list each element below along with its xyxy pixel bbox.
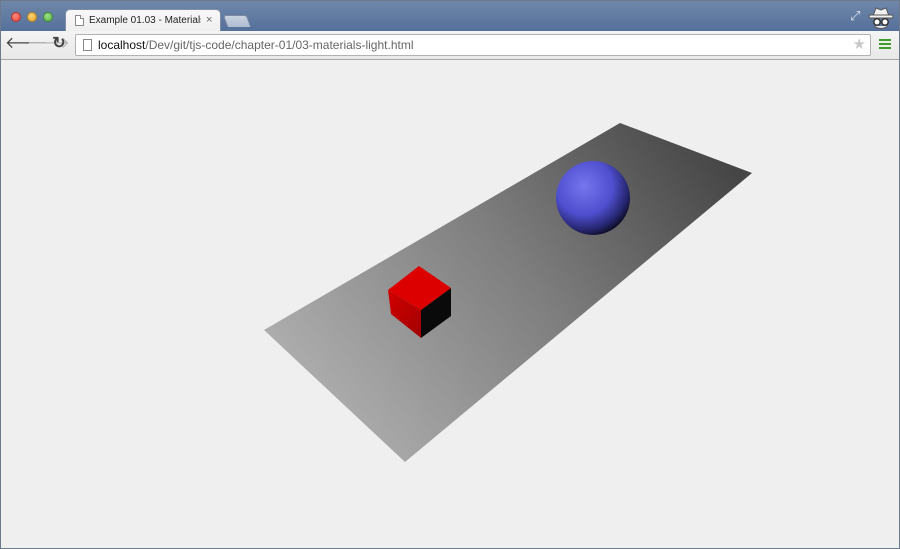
page-favicon-icon — [75, 15, 84, 26]
sphere — [556, 161, 630, 235]
url-host: localhost — [98, 38, 146, 52]
webgl-canvas[interactable] — [1, 60, 899, 548]
fullscreen-icon[interactable]: ⤢ — [850, 9, 864, 23]
window-maximize-button[interactable] — [43, 12, 53, 22]
url-text[interactable]: localhost/Dev/git/tjs-code/chapter-01/03… — [98, 38, 413, 52]
tab-close-icon[interactable]: × — [206, 14, 212, 26]
browser-tab[interactable]: Example 01.03 - Materials and light × — [65, 9, 221, 32]
address-bar[interactable]: localhost/Dev/git/tjs-code/chapter-01/03… — [75, 34, 871, 56]
star-icon[interactable]: ★ — [853, 36, 866, 54]
title-bar: Example 01.03 - Materials and light × ⤢ — [1, 1, 899, 32]
reload-icon[interactable]: ↻ — [49, 34, 69, 54]
back-arrow-icon[interactable]: 🡐 — [5, 34, 48, 54]
hamburger-menu-icon[interactable] — [879, 39, 891, 51]
tab-title: Example 01.03 - Materials and light — [89, 15, 201, 26]
browser-toolbar: 🡐 🡒 ↻ localhost/Dev/git/tjs-code/chapter… — [1, 31, 899, 60]
incognito-icon — [868, 7, 894, 29]
forward-arrow-icon[interactable]: 🡒 — [27, 34, 70, 54]
page-icon — [83, 39, 92, 51]
new-tab-button[interactable] — [222, 15, 252, 27]
url-path: /Dev/git/tjs-code/chapter-01/03-material… — [145, 38, 414, 52]
window-minimize-button[interactable] — [27, 12, 37, 22]
window-close-button[interactable] — [11, 12, 21, 22]
three-js-scene — [264, 123, 752, 462]
browser-window: Example 01.03 - Materials and light × ⤢ … — [0, 0, 900, 549]
ground-plane — [264, 123, 752, 462]
